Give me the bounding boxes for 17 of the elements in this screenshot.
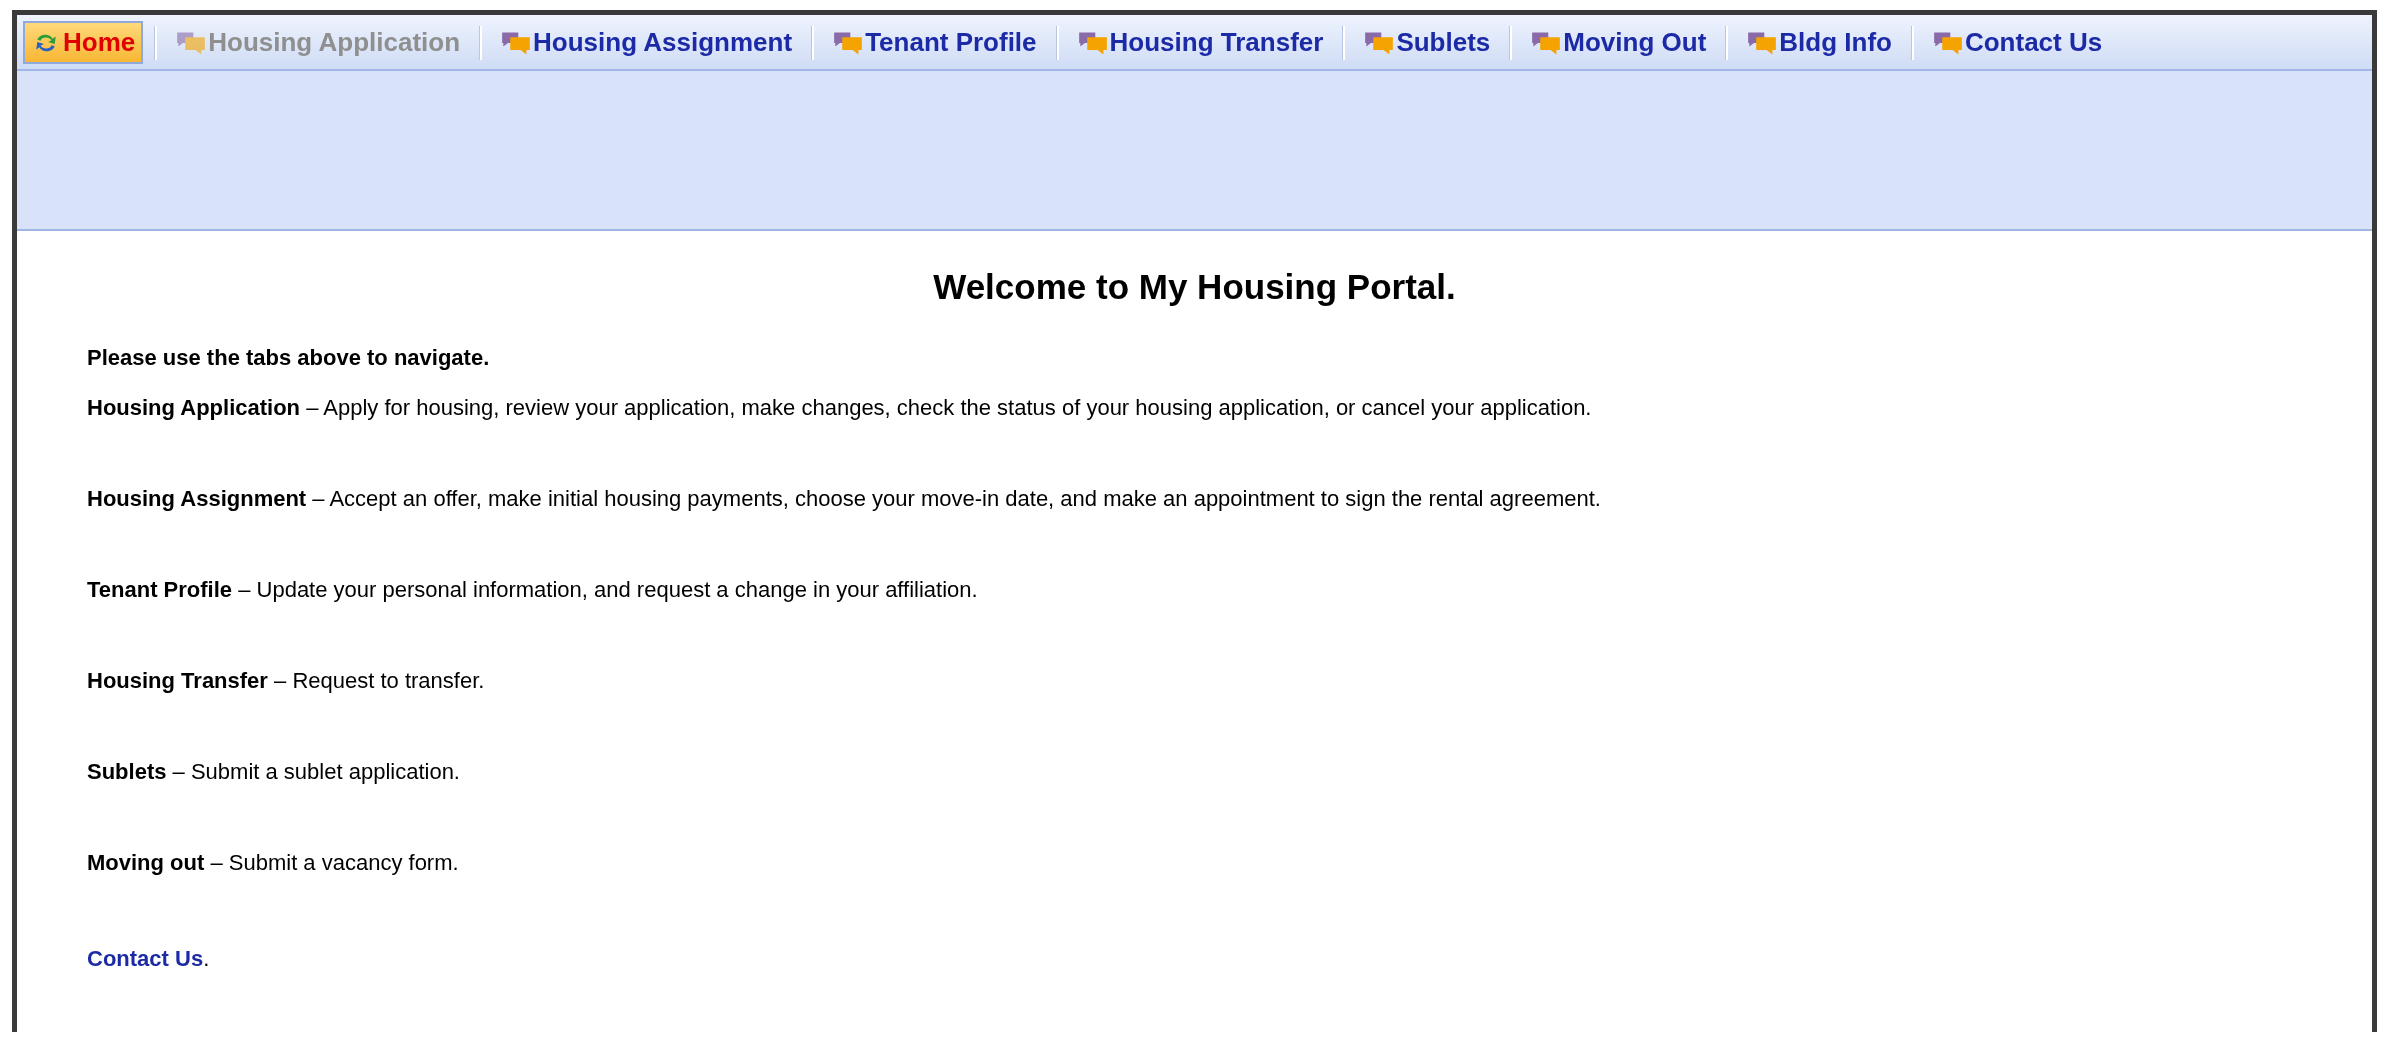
nav-tab[interactable]: Bldg Info — [1739, 21, 1900, 64]
nav-tab[interactable]: Tenant Profile — [825, 21, 1045, 64]
section-description: Tenant Profile – Update your personal information, and request a change in your affiliation. — [87, 577, 979, 603]
intro-text: Please use the tabs above to navigate. — [87, 345, 491, 371]
section-description: Housing Application – Apply for housing, review your application, make changes, check the status of your housing application, or cancel your application. — [87, 395, 1593, 421]
section-description: Moving out – Submit a vacancy form. — [87, 850, 460, 876]
nav-tab[interactable]: Contact Us — [1924, 21, 2111, 64]
section-description: Sublets – Submit a sublet application. — [87, 759, 461, 785]
page-title: Welcome to My Housing Portal. — [932, 267, 1457, 307]
period-text: . — [203, 946, 210, 971]
nav-tab[interactable]: Housing Transfer — [1069, 21, 1332, 64]
section-description: Housing Assignment – Accept an offer, make initial housing payments, choose your move-in date, and make an appointment to sign the rental agreement. — [87, 486, 1602, 512]
nav-tab[interactable]: Sublets — [1356, 21, 1499, 64]
section-description: Housing Transfer – Request to transfer. — [87, 668, 486, 694]
nav-tab[interactable]: Housing Assignment — [493, 21, 801, 64]
nav-tab[interactable]: Moving Out — [1523, 21, 1715, 64]
contact-link[interactable]: Contact Us — [87, 946, 204, 971]
